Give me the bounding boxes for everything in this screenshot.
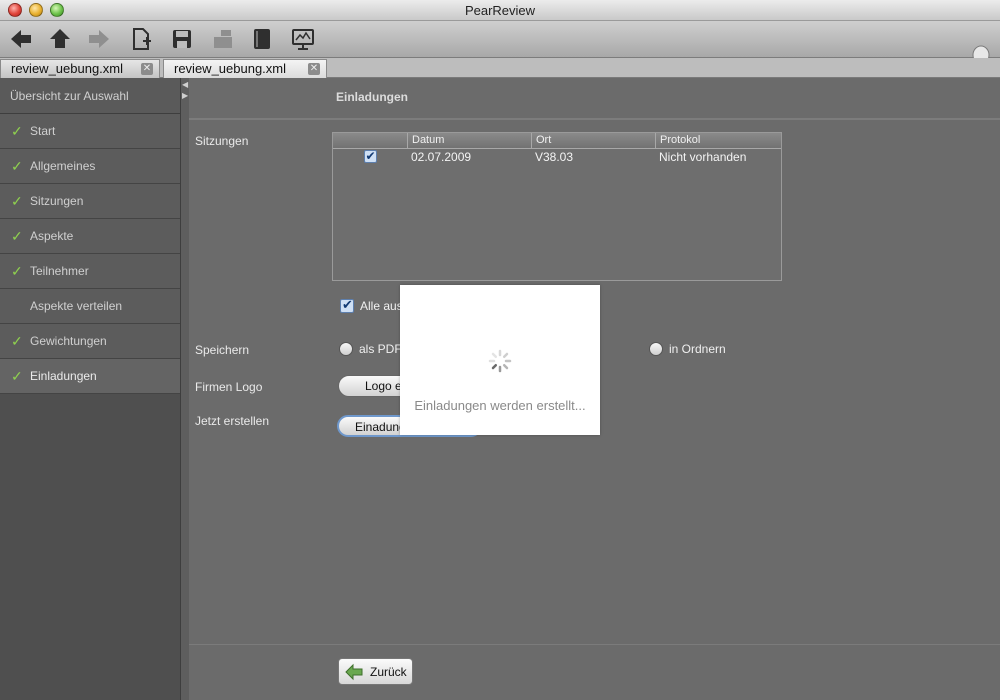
check-icon: ✓ <box>11 263 23 279</box>
radio-pdf[interactable] <box>339 342 353 356</box>
sidebar-item-einladungen[interactable]: ✓ Einladungen <box>0 359 180 394</box>
sidebar-item-label: Allgemeines <box>30 159 96 173</box>
save-label: Speichern <box>195 343 250 357</box>
radio-folders[interactable] <box>649 342 663 356</box>
sidebar-item-sitzungen[interactable]: ✓ Sitzungen <box>0 184 180 219</box>
save-icon[interactable] <box>169 26 195 52</box>
sidebar-header: Übersicht zur Auswahl <box>0 78 180 114</box>
select-all-label: Alle aus <box>360 299 403 313</box>
save-option-folders[interactable]: in Ordnern <box>649 342 726 356</box>
presentation-icon[interactable] <box>290 26 316 52</box>
row-select-checkbox[interactable] <box>363 148 377 164</box>
sidebar-item-teilnehmer[interactable]: ✓ Teilnehmer <box>0 254 180 289</box>
cell-protokol: Nicht vorhanden <box>659 150 747 164</box>
main-header: Einladungen <box>189 78 1000 120</box>
sidebar-item-label: Aspekte verteilen <box>30 299 123 313</box>
progress-dialog: Einladungen werden erstellt... <box>400 285 600 435</box>
close-tab-icon[interactable]: ✕ <box>141 63 153 75</box>
close-tab-icon[interactable]: ✕ <box>308 63 320 75</box>
sidebar-splitter[interactable]: ◀ ▶ <box>180 78 189 700</box>
forward-icon[interactable] <box>86 26 112 52</box>
back-button[interactable]: Zurück <box>338 658 413 685</box>
spinner-icon <box>488 349 512 373</box>
sidebar-item-label: Sitzungen <box>30 194 84 208</box>
column-header-datum[interactable]: Datum <box>407 133 531 148</box>
sessions-table: Datum Ort Protokol 02.07.2009 V38.03 Nic… <box>332 132 782 281</box>
sessions-label: Sitzungen <box>195 134 249 148</box>
sidebar-item-start[interactable]: ✓ Start <box>0 114 180 149</box>
check-icon: ✓ <box>11 368 23 384</box>
row-select-cell <box>333 148 407 165</box>
collapse-arrow-icon[interactable]: ◀ <box>182 80 188 89</box>
check-icon: ✓ <box>11 123 23 139</box>
select-all-checkbox[interactable] <box>340 297 354 313</box>
sidebar-item-allgemeines[interactable]: ✓ Allgemeines <box>0 149 180 184</box>
radio-folders-label: in Ordnern <box>669 342 726 356</box>
sidebar-item-gewichtungen[interactable]: ✓ Gewichtungen <box>0 324 180 359</box>
home-icon[interactable] <box>47 26 73 52</box>
table-header: Datum Ort Protokol <box>333 133 781 149</box>
sidebar-item-label: Teilnehmer <box>30 264 89 278</box>
new-document-icon[interactable] <box>128 26 154 52</box>
tab-bar: review_uebung.xml ✕ review_uebung.xml ✕ <box>0 58 1000 78</box>
check-icon: ✓ <box>11 333 23 349</box>
footer-divider <box>189 644 1000 645</box>
page-title: Einladungen <box>336 90 408 104</box>
back-button-label: Zurück <box>370 665 407 679</box>
check-icon: ✓ <box>11 158 23 174</box>
check-icon: ✓ <box>11 193 23 209</box>
select-all[interactable]: Alle aus <box>340 297 403 313</box>
back-icon[interactable] <box>8 26 34 52</box>
sidebar-item-aspekte-verteilen[interactable]: Aspekte verteilen <box>0 289 180 324</box>
import-icon[interactable] <box>210 26 236 52</box>
tab-label: review_uebung.xml <box>11 61 124 76</box>
column-header-protokol[interactable]: Protokol <box>655 133 781 148</box>
cell-datum: 02.07.2009 <box>411 150 472 164</box>
title-bar: PearReview <box>0 0 1000 21</box>
notebook-icon[interactable] <box>249 26 275 52</box>
cell-ort: V38.03 <box>535 150 574 164</box>
column-header-ort[interactable]: Ort <box>531 133 655 148</box>
save-option-pdf[interactable]: als PDF <box>339 342 402 356</box>
toolbar <box>0 21 1000 71</box>
sidebar-item-label: Gewichtungen <box>30 334 107 348</box>
table-row[interactable]: 02.07.2009 V38.03 Nicht vorhanden <box>333 148 781 165</box>
logo-label: Firmen Logo <box>195 380 263 394</box>
progress-message: Einladungen werden erstellt... <box>414 398 586 413</box>
back-arrow-icon <box>345 663 363 681</box>
tab-label: review_uebung.xml <box>174 61 287 76</box>
sidebar-item-label: Aspekte <box>30 229 74 243</box>
window-title: PearReview <box>464 3 536 18</box>
sidebar: Übersicht zur Auswahl ✓ Start ✓ Allgemeine… <box>0 78 180 700</box>
tab-review-uebung-1[interactable]: review_uebung.xml ✕ <box>0 59 160 78</box>
column-header-select[interactable] <box>333 133 407 148</box>
create-label: Jetzt erstellen <box>195 414 270 428</box>
check-icon: ✓ <box>11 228 23 244</box>
radio-pdf-label: als PDF <box>359 342 402 356</box>
sidebar-item-aspekte[interactable]: ✓ Aspekte <box>0 219 180 254</box>
expand-arrow-icon[interactable]: ▶ <box>182 91 188 100</box>
sidebar-item-label: Einladungen <box>30 369 97 383</box>
sidebar-item-label: Start <box>30 124 56 138</box>
tab-review-uebung-2[interactable]: review_uebung.xml ✕ <box>163 59 327 78</box>
